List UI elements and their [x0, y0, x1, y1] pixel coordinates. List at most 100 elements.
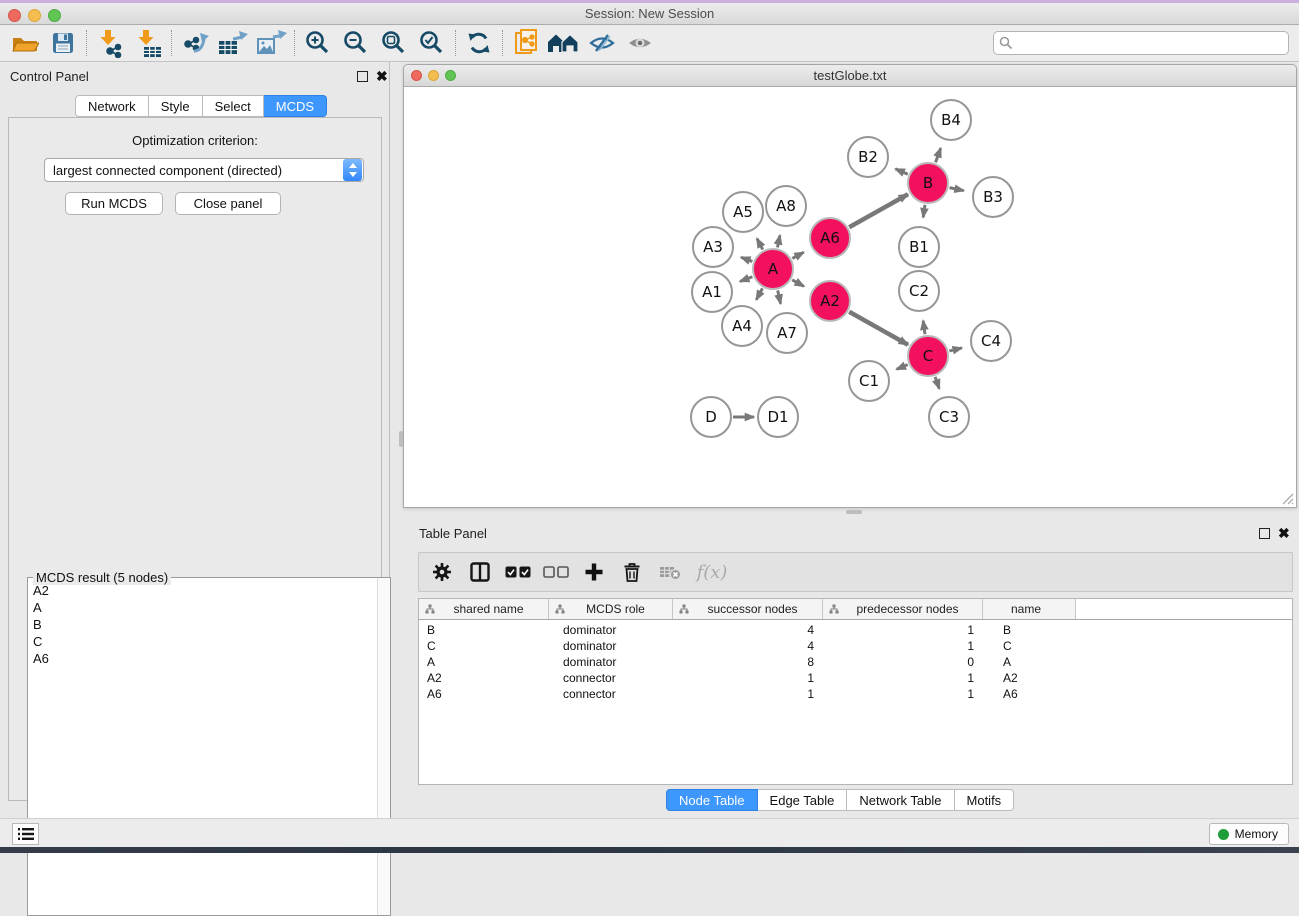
- show-all-eye-icon[interactable]: [621, 27, 659, 59]
- graph-node-A2[interactable]: A2: [810, 281, 850, 321]
- network-minimize-button[interactable]: [428, 70, 439, 81]
- table-float-panel-icon[interactable]: [1259, 528, 1270, 539]
- tab-edge-table[interactable]: Edge Table: [758, 789, 848, 811]
- tab-style[interactable]: Style: [149, 95, 203, 117]
- deselect-all-checkboxes-icon[interactable]: [537, 554, 575, 590]
- graph-node-B[interactable]: B: [908, 163, 948, 203]
- first-neighbors-icon[interactable]: [545, 27, 583, 59]
- network-close-button[interactable]: [411, 70, 422, 81]
- graph-node-A8[interactable]: A8: [766, 186, 806, 226]
- graph-edge-C-C2[interactable]: [923, 321, 925, 334]
- column-header-shared-name[interactable]: shared name: [419, 599, 549, 619]
- mcds-result-item[interactable]: A2: [29, 582, 377, 599]
- delete-column-icon[interactable]: [613, 554, 651, 590]
- close-panel-icon[interactable]: ✖: [376, 68, 388, 84]
- task-history-button[interactable]: [12, 823, 39, 845]
- table-cell[interactable]: A6: [983, 687, 1076, 701]
- graph-node-C3[interactable]: C3: [929, 397, 969, 437]
- table-cell[interactable]: C: [419, 639, 549, 653]
- zoom-selected-icon[interactable]: [413, 27, 451, 59]
- tab-network-table[interactable]: Network Table: [847, 789, 954, 811]
- table-cell[interactable]: B: [983, 623, 1076, 637]
- vertical-splitter-handle[interactable]: [399, 431, 403, 447]
- mcds-result-item[interactable]: A6: [29, 650, 377, 667]
- memory-button[interactable]: Memory: [1209, 823, 1289, 845]
- float-panel-icon[interactable]: [357, 71, 368, 82]
- select-all-checkboxes-icon[interactable]: [499, 554, 537, 590]
- export-network-icon[interactable]: [176, 27, 214, 59]
- graph-node-A5[interactable]: A5: [723, 192, 763, 232]
- add-column-icon[interactable]: [575, 554, 613, 590]
- open-file-icon[interactable]: [6, 27, 44, 59]
- table-cell[interactable]: 8: [673, 655, 823, 669]
- table-cell[interactable]: connector: [549, 671, 673, 685]
- column-header-successor-nodes[interactable]: successor nodes: [673, 599, 823, 619]
- new-network-from-selection-icon[interactable]: [507, 27, 545, 59]
- graph-edge-B-B4[interactable]: [936, 148, 941, 162]
- function-builder-icon[interactable]: f(x): [689, 554, 735, 590]
- resize-grip-icon[interactable]: [1280, 491, 1294, 505]
- zoom-fit-icon[interactable]: [375, 27, 413, 59]
- zoom-window-button[interactable]: [48, 9, 61, 22]
- graph-edge-A-A6[interactable]: [792, 252, 803, 258]
- graph-node-A6[interactable]: A6: [810, 218, 850, 258]
- run-mcds-button[interactable]: Run MCDS: [65, 192, 163, 215]
- table-cell[interactable]: dominator: [549, 623, 673, 637]
- graph-edge-B-B1[interactable]: [923, 205, 925, 218]
- split-view-icon[interactable]: [461, 554, 499, 590]
- import-table-icon[interactable]: [129, 27, 167, 59]
- graph-node-C1[interactable]: C1: [849, 361, 889, 401]
- horizontal-splitter-handle[interactable]: [846, 510, 862, 514]
- zoom-in-icon[interactable]: [299, 27, 337, 59]
- graph-edge-B-B2[interactable]: [896, 169, 908, 174]
- tab-mcds[interactable]: MCDS: [264, 95, 327, 117]
- mcds-result-item[interactable]: B: [29, 616, 377, 633]
- network-canvas[interactable]: B4B2BB3A8A5A6A3B1AA1C2A2A4A7C4CC1C3DD1: [404, 87, 1296, 507]
- graph-edge-C-C4[interactable]: [949, 348, 961, 351]
- graph-node-A4[interactable]: A4: [722, 306, 762, 346]
- criterion-dropdown[interactable]: largest connected component (directed): [44, 158, 364, 182]
- table-row[interactable]: A6connector11A6: [419, 686, 1292, 702]
- table-cell[interactable]: 1: [823, 639, 983, 653]
- table-cell[interactable]: 1: [823, 671, 983, 685]
- tab-select[interactable]: Select: [203, 95, 264, 117]
- table-cell[interactable]: connector: [549, 687, 673, 701]
- table-cell[interactable]: 1: [823, 623, 983, 637]
- table-cell[interactable]: A2: [983, 671, 1076, 685]
- table-row[interactable]: Bdominator41B: [419, 622, 1292, 638]
- graph-edge-A-A7[interactable]: [778, 290, 781, 303]
- table-cell[interactable]: 1: [823, 687, 983, 701]
- search-input[interactable]: [993, 31, 1289, 55]
- table-cell[interactable]: A: [983, 655, 1076, 669]
- graph-node-A3[interactable]: A3: [693, 227, 733, 267]
- graph-node-A7[interactable]: A7: [767, 313, 807, 353]
- close-panel-button[interactable]: Close panel: [175, 192, 281, 215]
- zoom-out-icon[interactable]: [337, 27, 375, 59]
- table-close-panel-icon[interactable]: ✖: [1278, 525, 1290, 541]
- table-cell[interactable]: 0: [823, 655, 983, 669]
- column-header-MCDS-role[interactable]: MCDS role: [549, 599, 673, 619]
- graph-node-A1[interactable]: A1: [692, 272, 732, 312]
- table-cell[interactable]: 1: [673, 687, 823, 701]
- table-cell[interactable]: B: [419, 623, 549, 637]
- network-zoom-button[interactable]: [445, 70, 456, 81]
- graph-edge-B-B3[interactable]: [950, 188, 964, 191]
- tab-node-table[interactable]: Node Table: [666, 789, 758, 811]
- table-cell[interactable]: 4: [673, 623, 823, 637]
- hide-selected-eye-slash-icon[interactable]: [583, 27, 621, 59]
- graph-edge-A2-C[interactable]: [849, 312, 908, 345]
- graph-node-B4[interactable]: B4: [931, 100, 971, 140]
- column-header-name[interactable]: name: [983, 599, 1076, 619]
- graph-node-B1[interactable]: B1: [899, 227, 939, 267]
- mcds-result-scrollbar[interactable]: [377, 578, 390, 915]
- table-cell[interactable]: 4: [673, 639, 823, 653]
- table-cell[interactable]: 1: [673, 671, 823, 685]
- graph-edge-A-A8[interactable]: [777, 235, 779, 247]
- graph-edge-A-A4[interactable]: [756, 288, 762, 299]
- graph-edge-A-A2[interactable]: [792, 280, 804, 287]
- table-row[interactable]: A2connector11A2: [419, 670, 1292, 686]
- graph-node-D[interactable]: D: [691, 397, 731, 437]
- graph-edge-A-A1[interactable]: [740, 277, 752, 282]
- table-row[interactable]: Adominator80A: [419, 654, 1292, 670]
- import-network-icon[interactable]: [91, 27, 129, 59]
